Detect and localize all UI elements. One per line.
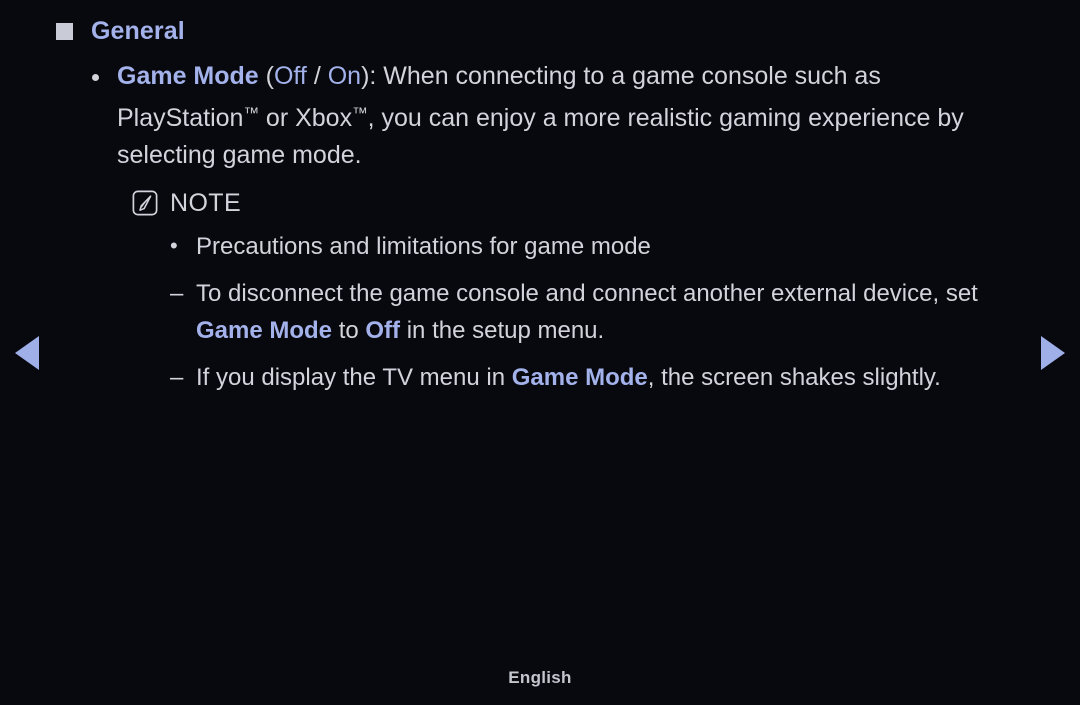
emanual-page: General Game Mode (Off / On): When conne…: [0, 0, 1080, 705]
note-item-text: To disconnect the game console and conne…: [196, 275, 1020, 349]
language-footer: English: [508, 668, 572, 687]
option-separator: /: [306, 62, 328, 90]
manual-content: General Game Mode (Off / On): When conne…: [0, 0, 1080, 396]
page-title: General: [91, 17, 185, 45]
dash-icon: –: [170, 364, 184, 392]
game-mode-paragraph: Game Mode (Off / On): When connecting to…: [0, 58, 1080, 174]
list-item: – To disconnect the game console and con…: [0, 275, 1080, 349]
paren-open: (: [258, 62, 274, 90]
note-item-text-part: in the setup menu.: [400, 317, 605, 345]
note-item-text-part: , the screen shakes slightly.: [647, 364, 941, 392]
note-list: • Precautions and limitations for game m…: [0, 228, 1080, 396]
trademark-playstation: ™: [243, 105, 259, 122]
note-item-text: If you display the TV menu in Game Mode,…: [196, 359, 941, 396]
note-pencil-icon: [132, 190, 158, 216]
note-item-text-part: To disconnect the game console and conne…: [196, 280, 978, 308]
section-heading: General: [0, 14, 1080, 48]
option-on: On: [327, 62, 362, 90]
dash-icon: –: [170, 280, 184, 308]
emphasis-game-mode: Game Mode: [511, 364, 648, 392]
note-header: NOTE: [0, 188, 1080, 218]
list-item: – If you display the TV menu in Game Mod…: [0, 359, 1080, 396]
bullet-dot-icon: •: [170, 233, 178, 259]
note-item-text-part: to: [332, 317, 366, 345]
emphasis-game-mode: Game Mode: [196, 317, 333, 345]
square-marker-icon: [56, 23, 73, 40]
game-mode-paragraph-text: Game Mode (Off / On): When connecting to…: [117, 58, 997, 174]
note-item-text: Precautions and limitations for game mod…: [196, 233, 651, 261]
game-mode-term: Game Mode: [117, 62, 259, 90]
option-off: Off: [273, 62, 307, 90]
note-item-text-part: If you display the TV menu in: [196, 364, 512, 392]
trademark-xbox: ™: [352, 105, 368, 122]
game-mode-description-2: or Xbox: [258, 104, 353, 133]
list-item: • Precautions and limitations for game m…: [0, 228, 1080, 265]
note-label: NOTE: [170, 189, 242, 218]
emphasis-off: Off: [365, 317, 401, 345]
bullet-dot-icon: [92, 74, 99, 81]
